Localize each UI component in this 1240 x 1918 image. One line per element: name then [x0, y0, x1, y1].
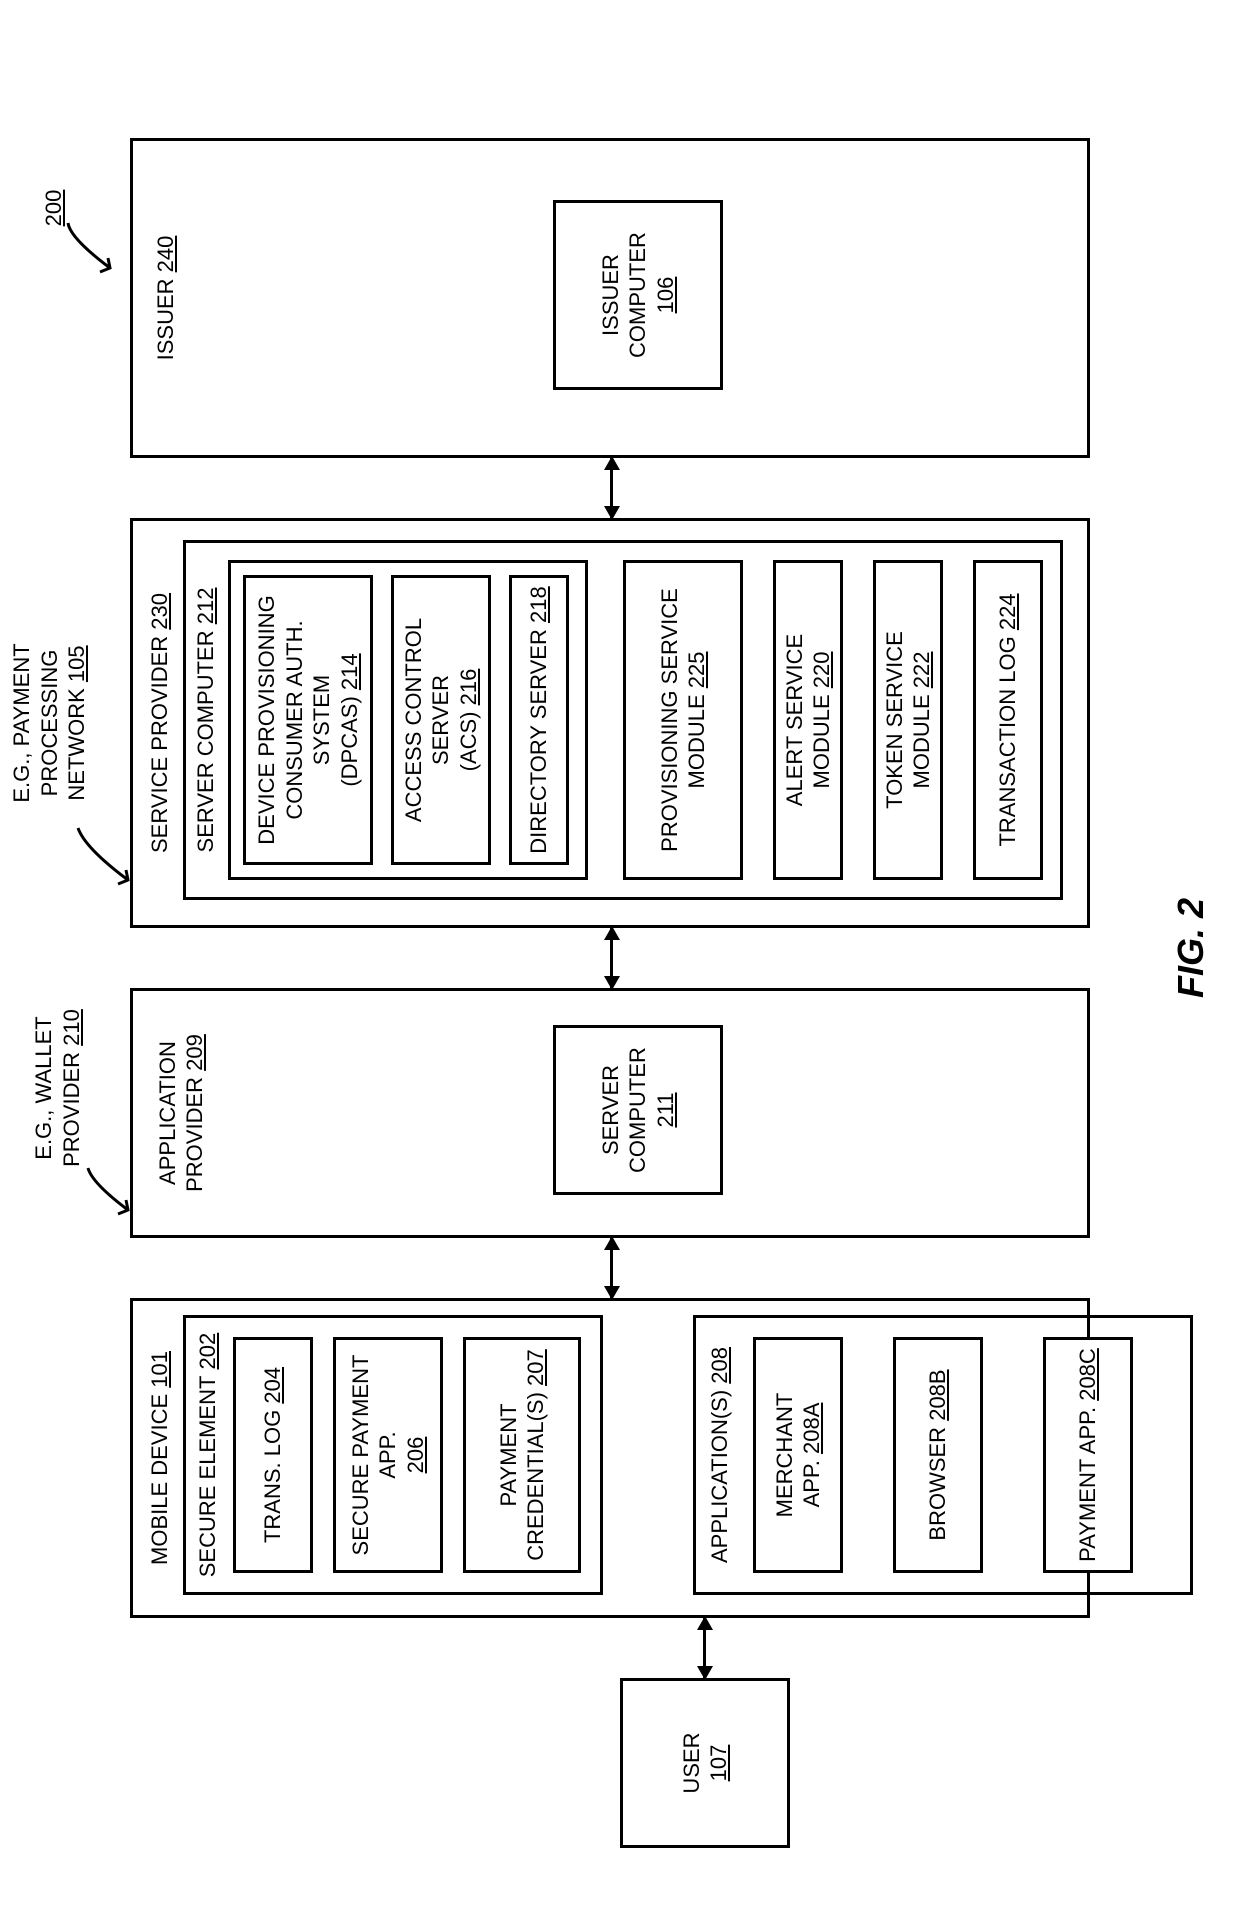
- payment-credentials-box: PAYMENT CREDENTIAL(S) 207: [463, 1337, 581, 1573]
- alert-service-box: ALERT SERVICE MODULE 220: [773, 560, 843, 880]
- arrow-serviceprovider-issuer: [610, 458, 613, 518]
- secure-payment-app-box: SECURE PAYMENT APP.206: [333, 1337, 443, 1573]
- issuer-computer-box: ISSUER COMPUTER106: [553, 200, 723, 390]
- dpcas-box: DEVICE PROVISIONING CONSUMER AUTH. SYSTE…: [243, 575, 373, 865]
- merchant-app-box: MERCHANT APP. 208A: [753, 1337, 843, 1573]
- user-box: USER 107: [620, 1678, 790, 1848]
- directory-server-box: DIRECTORY SERVER 218: [509, 575, 569, 865]
- service-provider-box: SERVICE PROVIDER 230 SERVER COMPUTER 212…: [130, 518, 1090, 928]
- browser-box: BROWSER 208B: [893, 1337, 983, 1573]
- acs-box: ACCESS CONTROL SERVER (ACS) 216: [391, 575, 491, 865]
- trans-log-box: TRANS. LOG 204: [233, 1337, 313, 1573]
- arrow-appprovider-serviceprovider: [610, 928, 613, 988]
- figure-caption: FIG. 2: [1170, 848, 1212, 1048]
- application-provider-box: APPLICATION PROVIDER 209 SERVER COMPUTER…: [130, 988, 1090, 1238]
- token-service-box: TOKEN SERVICE MODULE 222: [873, 560, 943, 880]
- transaction-log-box: TRANSACTION LOG 224: [973, 560, 1043, 880]
- arrow-mobile-appprovider: [610, 1238, 613, 1298]
- provisioning-service-box: PROVISIONING SERVICE MODULE 225: [623, 560, 743, 880]
- wallet-provider-callout: E.G., WALLET PROVIDER 210: [30, 988, 85, 1188]
- app-provider-server-box: SERVER COMPUTER211: [553, 1025, 723, 1195]
- arrow-user-mobile: [703, 1618, 706, 1678]
- ppn-callout: E.G., PAYMENT PROCESSING NETWORK 105: [8, 608, 91, 838]
- mobile-device-box: MOBILE DEVICE 101 SECURE ELEMENT 202 TRA…: [130, 1298, 1090, 1618]
- payment-app-box: PAYMENT APP. 208C: [1043, 1337, 1133, 1573]
- issuer-box: ISSUER 240 ISSUER COMPUTER106: [130, 138, 1090, 458]
